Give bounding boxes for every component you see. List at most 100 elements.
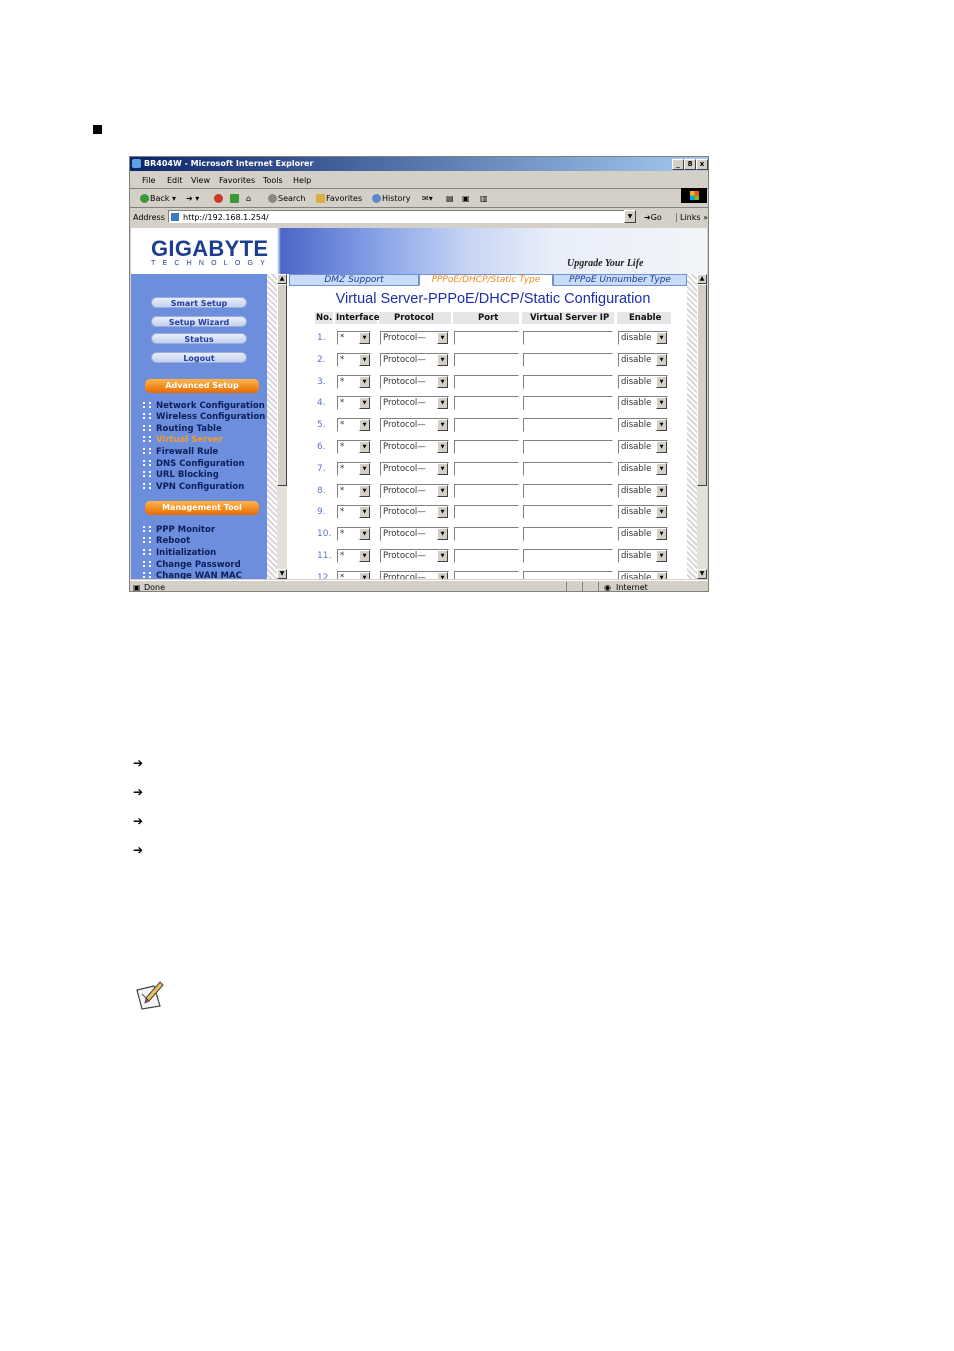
port-input[interactable] — [454, 374, 519, 389]
protocol-select[interactable]: Protocol— ▼ — [380, 374, 449, 389]
interface-select[interactable]: * ▼ — [337, 352, 371, 367]
virtual-server-ip-input[interactable] — [523, 570, 613, 579]
port-input[interactable] — [454, 418, 519, 433]
virtual-server-ip-input[interactable] — [523, 374, 613, 389]
scroll-down-icon[interactable]: ▼ — [277, 569, 287, 579]
enable-select[interactable]: disable ▼ — [618, 440, 668, 454]
sidebar-item-change-wan-mac[interactable]: Change WAN MAC — [143, 571, 242, 579]
interface-select[interactable]: * ▼ — [337, 374, 371, 389]
history-button[interactable]: History — [372, 194, 410, 203]
virtual-server-ip-input[interactable] — [523, 483, 613, 498]
scroll-thumb[interactable] — [697, 284, 707, 486]
virtual-server-ip-input[interactable] — [523, 440, 613, 454]
logout-button[interactable]: Logout — [151, 352, 247, 363]
stop-icon[interactable] — [214, 194, 224, 203]
mail-icon[interactable]: ✉▾ — [422, 194, 433, 203]
port-input[interactable] — [454, 396, 519, 411]
protocol-select[interactable]: Protocol— ▼ — [380, 549, 449, 563]
tab-dmz-support[interactable]: DMZ Support — [289, 274, 419, 286]
sidebar-item-reboot[interactable]: Reboot — [143, 536, 190, 546]
protocol-select[interactable]: Protocol— ▼ — [380, 505, 449, 520]
enable-select[interactable]: disable ▼ — [618, 396, 668, 411]
virtual-server-ip-input[interactable] — [523, 549, 613, 563]
setup-wizard-button[interactable]: Setup Wizard — [151, 316, 247, 327]
virtual-server-ip-input[interactable] — [523, 505, 613, 520]
minimize-button[interactable]: _ — [672, 159, 684, 170]
menu-file[interactable]: File — [142, 176, 155, 185]
interface-select[interactable]: * ▼ — [337, 527, 371, 542]
protocol-select[interactable]: Protocol— ▼ — [380, 352, 449, 367]
port-input[interactable] — [454, 331, 519, 345]
favorites-button[interactable]: Favorites — [316, 194, 362, 203]
enable-select[interactable]: disable ▼ — [618, 461, 668, 476]
virtual-server-ip-input[interactable] — [523, 352, 613, 367]
protocol-select[interactable]: Protocol— ▼ — [380, 527, 449, 542]
menu-favorites[interactable]: Favorites — [219, 176, 255, 185]
scroll-thumb[interactable] — [277, 284, 287, 486]
port-input[interactable] — [454, 527, 519, 542]
virtual-server-ip-input[interactable] — [523, 396, 613, 411]
interface-select[interactable]: * ▼ — [337, 570, 371, 579]
protocol-select[interactable]: Protocol— ▼ — [380, 418, 449, 433]
enable-select[interactable]: disable ▼ — [618, 527, 668, 542]
interface-select[interactable]: * ▼ — [337, 418, 371, 433]
refresh-icon[interactable] — [230, 194, 240, 203]
sidebar-item-change-password[interactable]: Change Password — [143, 560, 241, 570]
enable-select[interactable]: disable ▼ — [618, 352, 668, 367]
tab-pppoe-unnumber[interactable]: PPPoE Unnumber Type — [553, 274, 687, 286]
virtual-server-ip-input[interactable] — [523, 527, 613, 542]
tab-pppoe-dhcp-static[interactable]: PPPoE/DHCP/Static Type — [419, 274, 553, 286]
sidebar-item-initialization[interactable]: Initialization — [143, 548, 216, 558]
port-input[interactable] — [454, 352, 519, 367]
protocol-select[interactable]: Protocol— ▼ — [380, 396, 449, 411]
interface-select[interactable]: * ▼ — [337, 483, 371, 498]
port-input[interactable] — [454, 505, 519, 520]
enable-select[interactable]: disable ▼ — [618, 483, 668, 498]
print-icon[interactable]: ▤ — [446, 194, 454, 203]
interface-select[interactable]: * ▼ — [337, 549, 371, 563]
sidebar-item-ppp-monitor[interactable]: PPP Monitor — [143, 525, 215, 535]
virtual-server-ip-input[interactable] — [523, 418, 613, 433]
sidebar-item-network-configuration[interactable]: Network Configuration — [143, 401, 265, 411]
interface-select[interactable]: * ▼ — [337, 461, 371, 476]
menu-tools[interactable]: Tools — [263, 176, 283, 185]
interface-select[interactable]: * ▼ — [337, 331, 371, 345]
virtual-server-ip-input[interactable] — [523, 461, 613, 476]
port-input[interactable] — [454, 549, 519, 563]
address-dropdown-icon[interactable]: ▼ — [624, 210, 636, 223]
enable-select[interactable]: disable ▼ — [618, 418, 668, 433]
protocol-select[interactable]: Protocol— ▼ — [380, 461, 449, 476]
status-button[interactable]: Status — [151, 333, 247, 344]
maximize-button[interactable]: 8 — [684, 159, 696, 170]
scroll-down-icon[interactable]: ▼ — [697, 569, 707, 579]
scroll-up-icon[interactable]: ▲ — [277, 274, 287, 284]
main-scrollbar[interactable]: ▲ ▼ — [697, 274, 707, 579]
interface-select[interactable]: * ▼ — [337, 440, 371, 454]
sidebar-item-url-blocking[interactable]: URL Blocking — [143, 470, 219, 480]
discuss-icon[interactable]: ▥ — [480, 194, 488, 203]
close-button[interactable]: x — [696, 159, 708, 170]
port-input[interactable] — [454, 440, 519, 454]
sidebar-item-wireless-configuration[interactable]: Wireless Configuration — [143, 412, 265, 422]
port-input[interactable] — [454, 461, 519, 476]
protocol-select[interactable]: Protocol— ▼ — [380, 570, 449, 579]
menu-help[interactable]: Help — [293, 176, 311, 185]
enable-select[interactable]: disable ▼ — [618, 549, 668, 563]
interface-select[interactable]: * ▼ — [337, 396, 371, 411]
enable-select[interactable]: disable ▼ — [618, 570, 668, 579]
edit-icon[interactable]: ▣ — [462, 194, 470, 203]
menu-edit[interactable]: Edit — [167, 176, 183, 185]
protocol-select[interactable]: Protocol— ▼ — [380, 440, 449, 454]
enable-select[interactable]: disable ▼ — [618, 374, 668, 389]
sidebar-item-routing-table[interactable]: Routing Table — [143, 424, 222, 434]
address-input[interactable]: http://192.168.1.254/ — [168, 210, 628, 223]
sidebar-item-virtual-server[interactable]: Virtual Server — [143, 435, 223, 445]
links-button[interactable]: Links » — [676, 213, 708, 222]
interface-select[interactable]: * ▼ — [337, 505, 371, 520]
protocol-select[interactable]: Protocol— ▼ — [380, 483, 449, 498]
sidebar-item-firewall-rule[interactable]: Firewall Rule — [143, 447, 218, 457]
virtual-server-ip-input[interactable] — [523, 331, 613, 345]
port-input[interactable] — [454, 570, 519, 579]
back-button[interactable]: Back ▾ — [140, 194, 176, 203]
scroll-up-icon[interactable]: ▲ — [697, 274, 707, 284]
